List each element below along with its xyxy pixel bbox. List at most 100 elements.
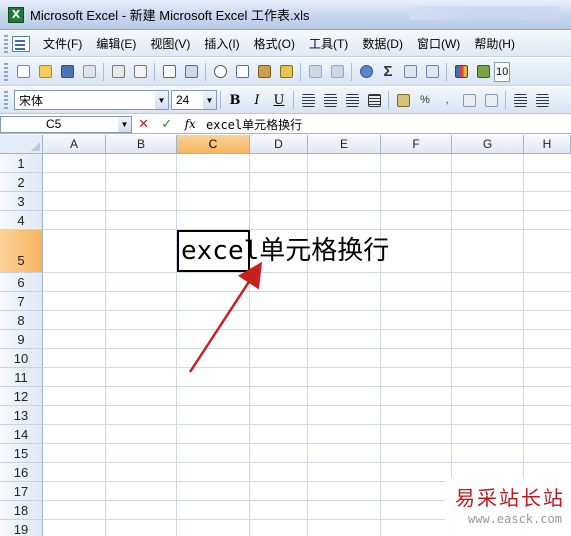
- chevron-down-icon[interactable]: ▼: [155, 91, 168, 109]
- row-header-16[interactable]: 16: [0, 463, 43, 482]
- title-bar: X Microsoft Excel - 新建 Microsoft Excel 工…: [0, 0, 571, 30]
- print-preview-icon[interactable]: [131, 63, 149, 81]
- menu-grip[interactable]: [4, 34, 8, 53]
- row-header-17[interactable]: 17: [0, 482, 43, 501]
- formula-bar: C5 ▼ ✕ ✓ fx excel单元格换行: [0, 115, 571, 134]
- align-right-icon[interactable]: [343, 91, 361, 109]
- insert-function-icon[interactable]: fx: [185, 117, 196, 131]
- row-header-19[interactable]: 19: [0, 520, 43, 536]
- align-center-icon[interactable]: [321, 91, 339, 109]
- document-menu-icon[interactable]: [12, 35, 30, 52]
- row-header-10[interactable]: 10: [0, 349, 43, 368]
- row-header-2[interactable]: 2: [0, 173, 43, 192]
- menu-tools[interactable]: 工具(T): [302, 33, 355, 55]
- format-painter-icon[interactable]: [277, 63, 295, 81]
- column-header-c[interactable]: C: [177, 135, 250, 154]
- column-header-h[interactable]: H: [524, 135, 571, 154]
- row-header-15[interactable]: 15: [0, 444, 43, 463]
- menu-format[interactable]: 格式(O): [247, 33, 302, 55]
- toolbar-separator: [205, 62, 206, 81]
- merge-center-icon[interactable]: [365, 91, 383, 109]
- column-header-b[interactable]: B: [106, 135, 177, 154]
- redo-icon[interactable]: [328, 63, 346, 81]
- excel-app-icon[interactable]: X: [8, 6, 24, 23]
- row-header-9[interactable]: 9: [0, 330, 43, 349]
- cell-c5-text: excel单元格换行: [181, 236, 390, 266]
- cancel-icon[interactable]: ✕: [138, 116, 149, 132]
- underline-button[interactable]: U: [269, 90, 289, 110]
- new-icon[interactable]: [14, 63, 32, 81]
- column-header-d[interactable]: D: [250, 135, 308, 154]
- row-header-12[interactable]: 12: [0, 387, 43, 406]
- zoom-combo[interactable]: 10: [494, 61, 510, 82]
- font-size-value: 24: [176, 93, 190, 107]
- row-header-5[interactable]: 5: [0, 230, 43, 273]
- toolbar-separator: [505, 91, 506, 109]
- font-name-select[interactable]: 宋体 ▼: [14, 90, 169, 110]
- row-header-6[interactable]: 6: [0, 273, 43, 292]
- percent-button[interactable]: %: [416, 91, 434, 109]
- column-header-f[interactable]: F: [381, 135, 452, 154]
- column-header-e[interactable]: E: [308, 135, 381, 154]
- row-header-13[interactable]: 13: [0, 406, 43, 425]
- column-header-g[interactable]: G: [452, 135, 524, 154]
- worksheet-grid[interactable]: ABCDEFGH 1 2 3 4 5 6 7 8 9 10 11 12 13 14 15 16 17 18 19 e…: [0, 135, 571, 536]
- save-icon[interactable]: [58, 63, 76, 81]
- autosum-icon[interactable]: Σ: [379, 63, 397, 81]
- comma-button[interactable]: ,: [438, 91, 456, 109]
- row-header-18[interactable]: 18: [0, 501, 43, 520]
- menu-help[interactable]: 帮助(H): [467, 33, 522, 55]
- row-header-3[interactable]: 3: [0, 192, 43, 211]
- row-header-11[interactable]: 11: [0, 368, 43, 387]
- open-icon[interactable]: [36, 63, 54, 81]
- row-header-4[interactable]: 4: [0, 211, 43, 230]
- select-all-button[interactable]: [0, 135, 43, 154]
- paste-icon[interactable]: [255, 63, 273, 81]
- undo-icon[interactable]: [306, 63, 324, 81]
- cut-icon[interactable]: [211, 63, 229, 81]
- format-toolbar-grip[interactable]: [4, 91, 8, 109]
- formula-buttons: ✕ ✓ fx: [132, 116, 202, 132]
- research-icon[interactable]: [182, 63, 200, 81]
- decrease-indent-icon[interactable]: [511, 91, 529, 109]
- column-header-a[interactable]: A: [43, 135, 106, 154]
- toolbar-separator: [220, 91, 221, 109]
- bold-button[interactable]: B: [225, 90, 245, 110]
- font-size-select[interactable]: 24 ▼: [171, 90, 217, 110]
- formula-input[interactable]: excel单元格换行: [202, 116, 302, 133]
- toolbar-separator: [300, 62, 301, 81]
- align-left-icon[interactable]: [299, 91, 317, 109]
- watermark-title: 易采站长站: [455, 486, 565, 510]
- menu-edit[interactable]: 编辑(E): [89, 33, 143, 55]
- row-header-14[interactable]: 14: [0, 425, 43, 444]
- toolbar-separator: [388, 91, 389, 109]
- row-header-1[interactable]: 1: [0, 154, 43, 173]
- currency-icon[interactable]: [394, 91, 412, 109]
- chevron-down-icon[interactable]: ▼: [118, 116, 131, 132]
- menu-data[interactable]: 数据(D): [355, 33, 410, 55]
- name-box[interactable]: C5 ▼: [0, 115, 132, 133]
- enter-icon[interactable]: ✓: [161, 116, 172, 132]
- chevron-down-icon[interactable]: ▼: [203, 91, 216, 109]
- print-icon[interactable]: [109, 63, 127, 81]
- hyperlink-icon[interactable]: [357, 63, 375, 81]
- toolbar-grip[interactable]: [4, 62, 8, 81]
- sort-ascending-icon[interactable]: [401, 63, 419, 81]
- chart-wizard-icon[interactable]: [452, 63, 470, 81]
- menu-view[interactable]: 视图(V): [143, 33, 197, 55]
- sort-descending-icon[interactable]: [423, 63, 441, 81]
- row-header-8[interactable]: 8: [0, 311, 43, 330]
- permission-icon[interactable]: [80, 63, 98, 81]
- spelling-icon[interactable]: [160, 63, 178, 81]
- row-header-7[interactable]: 7: [0, 292, 43, 311]
- menu-insert[interactable]: 插入(I): [197, 33, 246, 55]
- italic-button[interactable]: I: [247, 90, 267, 110]
- menu-file[interactable]: 文件(F): [36, 33, 89, 55]
- drawing-icon[interactable]: [474, 63, 492, 81]
- increase-decimal-icon[interactable]: [460, 91, 478, 109]
- increase-indent-icon[interactable]: [533, 91, 551, 109]
- formatting-toolbar: 宋体 ▼ 24 ▼ B I U % ,: [0, 87, 571, 114]
- menu-window[interactable]: 窗口(W): [410, 33, 467, 55]
- copy-icon[interactable]: [233, 63, 251, 81]
- decrease-decimal-icon[interactable]: [482, 91, 500, 109]
